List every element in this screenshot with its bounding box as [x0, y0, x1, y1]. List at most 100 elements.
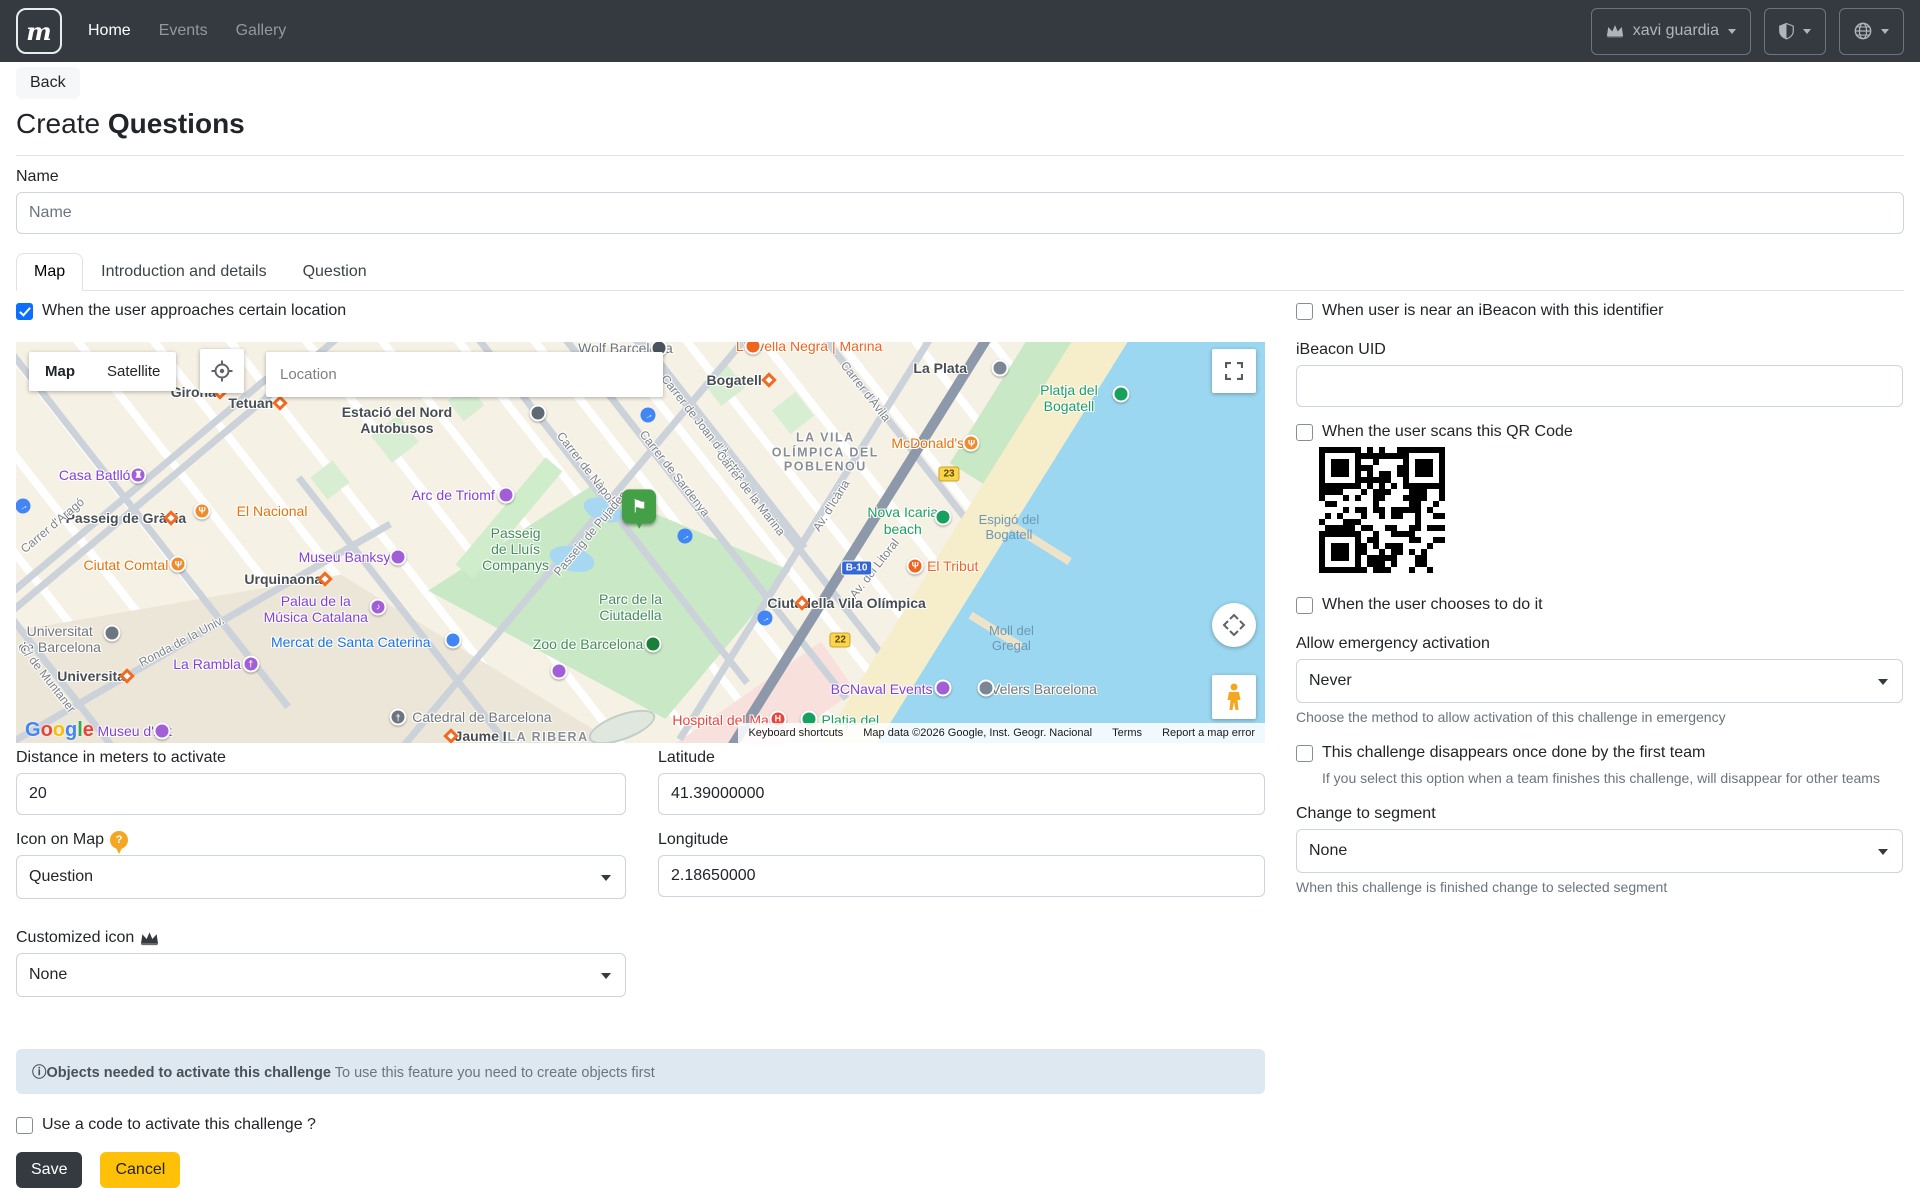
- icon-on-map-select[interactable]: Question: [16, 855, 626, 899]
- satellite-view-button[interactable]: Satellite: [91, 363, 176, 380]
- ibeacon-checkbox[interactable]: [1296, 303, 1313, 320]
- name-label: Name: [16, 168, 1904, 186]
- page-title: Create Questions: [16, 108, 1904, 140]
- page-title-entity: Questions: [108, 108, 245, 139]
- chooses-checkbox[interactable]: [1296, 597, 1313, 614]
- segment-label: Change to segment: [1296, 805, 1903, 823]
- tab-question[interactable]: Question: [285, 253, 385, 291]
- chevron-down-icon: [1881, 29, 1889, 38]
- map-poi-pin: ♪: [370, 598, 387, 615]
- brand-logo[interactable]: m: [16, 8, 62, 54]
- disappears-checkbox-row: This challenge disappears once done by t…: [1296, 744, 1903, 762]
- distance-input[interactable]: [16, 773, 626, 815]
- google-logo: Google: [25, 719, 94, 742]
- page-content: Back Create Questions Name Map Introduct…: [0, 62, 1920, 1188]
- map-location-search-input[interactable]: [266, 352, 663, 397]
- ibeacon-checkbox-row: When user is near an iBeacon with this i…: [1296, 302, 1903, 320]
- map-poi-pin: [992, 359, 1009, 376]
- tab-introduction-and-details[interactable]: Introduction and details: [83, 253, 284, 291]
- customized-icon-select[interactable]: None: [16, 953, 626, 997]
- challenge-location-marker[interactable]: ⚑: [622, 490, 656, 524]
- map-poi-pin: Ψ: [963, 435, 980, 452]
- map-poi-pin: †: [390, 709, 407, 726]
- admin-menu-button[interactable]: [1764, 8, 1826, 55]
- nav-right: xavi guardia: [1591, 8, 1904, 55]
- tab-map[interactable]: Map: [16, 253, 83, 291]
- map-attribution: Keyboard shortcuts Map data ©2026 Google…: [738, 723, 1265, 743]
- pan-arrows-icon: [1221, 612, 1247, 638]
- metro-station-icon: [761, 372, 777, 388]
- chooses-checkbox-row: When the user chooses to do it: [1296, 596, 1903, 614]
- map-label: Ciutat Comtal: [84, 557, 169, 573]
- nav-link-events[interactable]: Events: [159, 22, 208, 40]
- map-poi-pin: [978, 680, 995, 697]
- map-canvas[interactable]: ⚑ Map Satellite: [16, 342, 1265, 743]
- map-poi-pin: [551, 662, 568, 679]
- map-poi-pin: [744, 342, 761, 355]
- cancel-button[interactable]: Cancel: [100, 1152, 180, 1188]
- map-poi-pin: ♜: [130, 467, 147, 484]
- road-shield: B-10: [841, 561, 873, 576]
- longitude-input[interactable]: [658, 855, 1265, 897]
- keyboard-shortcuts-link[interactable]: Keyboard shortcuts: [748, 727, 843, 739]
- metro-station-icon: [794, 596, 810, 612]
- segment-select[interactable]: None: [1296, 829, 1903, 873]
- language-menu-button[interactable]: [1839, 8, 1904, 55]
- ibeacon-uid-input[interactable]: [1296, 365, 1903, 407]
- map-poi-pin: [154, 722, 171, 739]
- qr-checkbox[interactable]: [1296, 424, 1313, 441]
- map-poi-pin: [644, 635, 661, 652]
- save-button[interactable]: Save: [16, 1152, 82, 1188]
- left-column: When the user approaches certain locatio…: [16, 302, 1265, 1188]
- name-input[interactable]: [16, 192, 1904, 234]
- street-view-pegman-button[interactable]: [1212, 675, 1256, 719]
- map-poi-pin: Ψ: [194, 502, 211, 519]
- icon-on-map-label: Icon on Map: [16, 831, 104, 849]
- use-code-checkbox[interactable]: [16, 1117, 33, 1134]
- map-label: El Nacional: [237, 503, 308, 519]
- disappears-checkbox[interactable]: [1296, 745, 1313, 762]
- map-poi-pin: [104, 624, 121, 641]
- map-poi-pin: [497, 486, 514, 503]
- qr-checkbox-row: When the user scans this QR Code: [1296, 423, 1903, 441]
- info-icon: ⓘ: [32, 1065, 47, 1081]
- report-map-error-link[interactable]: Report a map error: [1162, 727, 1255, 739]
- map-poi-pin: Ψ: [907, 557, 924, 574]
- map-type-control: Map Satellite: [29, 352, 176, 391]
- chevron-down-icon: [1728, 29, 1736, 38]
- map-poi-pin: [530, 404, 547, 421]
- emergency-select[interactable]: Never: [1296, 659, 1903, 703]
- approach-location-checkbox[interactable]: [16, 303, 33, 320]
- map-view-button[interactable]: Map: [29, 363, 91, 380]
- terms-link[interactable]: Terms: [1112, 727, 1142, 739]
- latitude-input[interactable]: [658, 773, 1265, 815]
- emergency-value: Never: [1309, 672, 1352, 690]
- page-title-prefix: Create: [16, 108, 100, 139]
- map-label: Casa Batlló: [59, 467, 131, 483]
- nav-link-home[interactable]: Home: [88, 22, 131, 40]
- customized-icon-label: Customized icon: [16, 929, 134, 947]
- nav-link-gallery[interactable]: Gallery: [236, 22, 287, 40]
- road-shield: 23: [938, 467, 959, 482]
- emergency-label: Allow emergency activation: [1296, 635, 1903, 653]
- chevron-down-icon: [1803, 29, 1811, 38]
- metro-station-icon: [272, 395, 288, 411]
- brand-letter: m: [26, 17, 51, 46]
- my-location-button[interactable]: [200, 349, 244, 393]
- fullscreen-button[interactable]: [1212, 349, 1256, 393]
- nav-links: Home Events Gallery: [88, 22, 286, 40]
- user-menu-button[interactable]: xavi guardia: [1591, 8, 1751, 55]
- use-code-checkbox-row: Use a code to activate this challenge ?: [16, 1116, 1265, 1134]
- ibeacon-uid-label: iBeacon UID: [1296, 341, 1903, 359]
- map-label: Arc de Triomf: [412, 487, 495, 503]
- back-button[interactable]: Back: [16, 67, 80, 99]
- pan-map-button[interactable]: [1212, 603, 1256, 647]
- alert-text: To use this feature you need to create o…: [335, 1065, 655, 1081]
- navbar: m Home Events Gallery xavi guardia: [0, 0, 1920, 62]
- direction-arrow-icon: →: [16, 496, 34, 516]
- customized-icon-value: None: [29, 966, 67, 984]
- crown-icon: [140, 931, 159, 946]
- ibeacon-checkbox-label: When user is near an iBeacon with this i…: [1322, 302, 1664, 320]
- metro-station-icon: [163, 510, 179, 526]
- pegman-icon: [1226, 683, 1242, 711]
